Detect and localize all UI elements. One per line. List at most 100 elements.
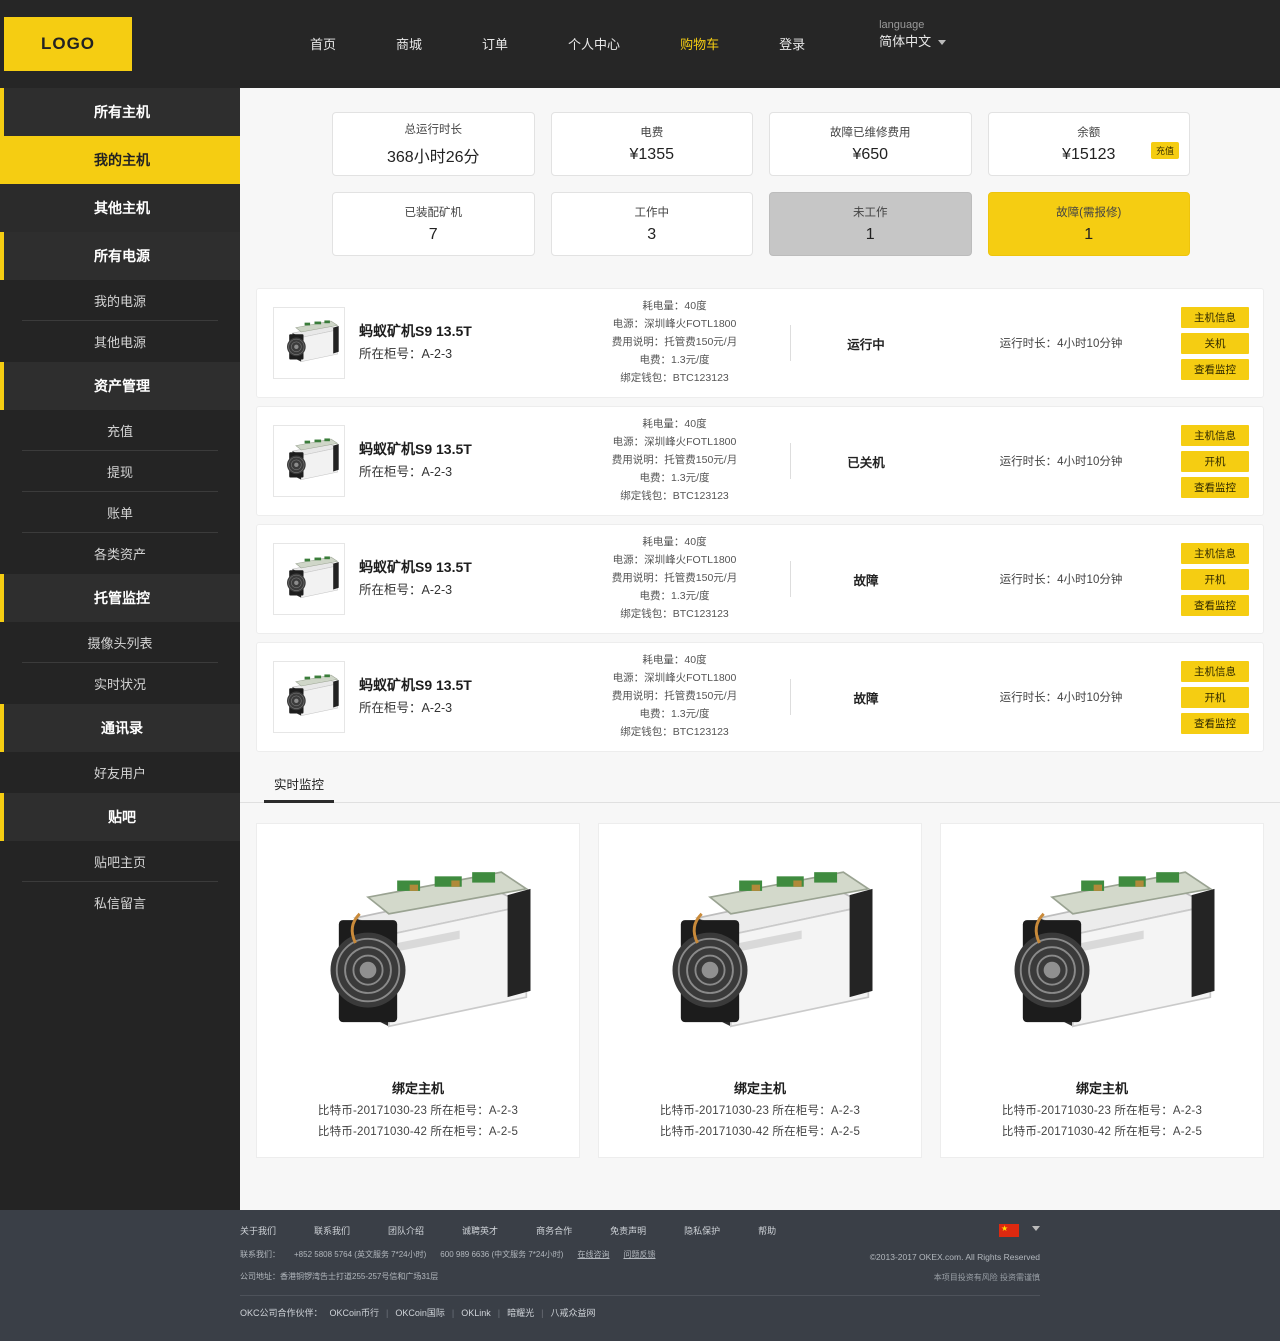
stat-card-working[interactable]: 工作中 3: [550, 192, 753, 256]
nav-item-home[interactable]: 首页: [310, 34, 336, 53]
nav-item-personal-center[interactable]: 个人中心: [568, 34, 620, 53]
stat-card-repair-fee[interactable]: 故障已维修费用 ¥650: [769, 112, 972, 176]
sidebar-item-hosting-monitor[interactable]: 托管监控: [0, 574, 240, 622]
language-selector[interactable]: language 简体中文: [879, 18, 947, 50]
stat-card-electricity-fee[interactable]: 电费 ¥1355: [550, 112, 753, 176]
footer-link-privacy[interactable]: 隐私保护: [684, 1224, 720, 1237]
table-row[interactable]: 蚂蚁矿机S9 13.5T 所在柜号：A-2-3 耗电量：40度 电源：深圳峰火F…: [256, 406, 1264, 516]
stat-card-not-working[interactable]: 未工作 1: [769, 192, 972, 256]
spec-power-consumption: 耗电量：40度: [642, 536, 707, 549]
sidebar-item-my-power[interactable]: 我的电源: [0, 280, 240, 321]
miner-cabinet: 所在柜号：A-2-3: [359, 347, 453, 362]
antminer-icon: [1014, 870, 1215, 1027]
sidebar-item-camera-list[interactable]: 摄像头列表: [0, 622, 240, 663]
main-content: 总运行时长 368小时26分 电费 ¥1355 故障已维修费用 ¥650 余额 …: [240, 88, 1280, 1210]
stat-card-installed-miners[interactable]: 已装配矿机 7: [332, 192, 535, 256]
monitor-card[interactable]: 绑定主机 比特币-20171030-23 所在柜号：A-2-3 比特币-2017…: [598, 823, 922, 1158]
footer-partner-okcoin-cn[interactable]: OKCoin币行: [330, 1306, 380, 1319]
footer-link-contact[interactable]: 联系我们: [314, 1224, 350, 1237]
recharge-badge[interactable]: 充值: [1150, 142, 1179, 159]
footer-partner-anyaoguang[interactable]: 暗耀光: [507, 1306, 534, 1319]
sidebar-item-contacts[interactable]: 通讯录: [0, 704, 240, 752]
stat-card-total-runtime[interactable]: 总运行时长 368小时26分: [332, 112, 535, 176]
page-body: 所有主机 我的主机 其他主机 所有电源 我的电源 其他电源 资产管理 充值 提现…: [0, 88, 1280, 1210]
tab-realtime-monitor[interactable]: 实时监控: [264, 766, 335, 803]
sidebar-item-forum-home[interactable]: 贴吧主页: [0, 841, 240, 882]
spec-power-supply: 电源：深圳峰火FOTL1800: [612, 554, 737, 567]
sidebar-item-asset-management[interactable]: 资产管理: [0, 362, 240, 410]
monitor-card-line-2: 比特币-20171030-42 所在柜号：A-2-5: [317, 1126, 519, 1138]
footer-feedback-link[interactable]: 问题反馈: [623, 1249, 655, 1260]
power-toggle-button[interactable]: 开机: [1181, 450, 1249, 472]
separator: |: [386, 1307, 389, 1318]
sidebar-item-assets[interactable]: 各类资产: [0, 533, 240, 574]
host-info-button[interactable]: 主机信息: [1181, 660, 1249, 682]
stat-value: 3: [647, 226, 657, 243]
nav-item-orders[interactable]: 订单: [482, 34, 508, 53]
power-toggle-button[interactable]: 开机: [1181, 686, 1249, 708]
top-navigation-bar: LOGO 首页 商城 订单 个人中心 购物车 登录 language 简体中文: [0, 0, 1280, 88]
view-monitor-button[interactable]: 查看监控: [1181, 358, 1249, 380]
miner-specs: 耗电量：40度 电源：深圳峰火FOTL1800 费用说明：托管费150元/月 电…: [559, 298, 790, 387]
sidebar-item-all-power[interactable]: 所有电源: [0, 232, 240, 280]
footer-online-chat-link[interactable]: 在线咨询: [577, 1249, 609, 1260]
sidebar-item-recharge[interactable]: 充值: [0, 410, 240, 451]
host-info-button[interactable]: 主机信息: [1181, 424, 1249, 446]
sidebar-item-withdraw[interactable]: 提现: [0, 451, 240, 492]
stat-card-faulty[interactable]: 故障(需报修) 1: [987, 192, 1190, 256]
footer-link-careers[interactable]: 诚聘英才: [462, 1224, 498, 1237]
sidebar-item-realtime-status[interactable]: 实时状况: [0, 663, 240, 704]
sidebar-item-private-messages[interactable]: 私信留言: [0, 882, 240, 923]
footer-link-business[interactable]: 商务合作: [536, 1224, 572, 1237]
sidebar-item-bills[interactable]: 账单: [0, 492, 240, 533]
sidebar-item-all-hosts[interactable]: 所有主机: [0, 88, 240, 136]
view-monitor-button[interactable]: 查看监控: [1181, 476, 1249, 498]
row-actions: 主机信息 开机 查看监控: [1181, 542, 1249, 616]
power-toggle-button[interactable]: 关机: [1181, 332, 1249, 354]
footer-link-help[interactable]: 帮助: [758, 1224, 776, 1237]
antminer-icon: [287, 556, 339, 599]
stat-value: ¥650: [852, 146, 889, 163]
footer-region-selector[interactable]: [870, 1222, 1040, 1237]
sidebar-item-other-hosts[interactable]: 其他主机: [0, 184, 240, 232]
host-info-button[interactable]: 主机信息: [1181, 306, 1249, 328]
nav-item-cart[interactable]: 购物车: [680, 34, 719, 53]
monitor-card[interactable]: 绑定主机 比特币-20171030-23 所在柜号：A-2-3 比特币-2017…: [940, 823, 1264, 1158]
monitor-card-line-1: 比特币-20171030-23 所在柜号：A-2-3: [1001, 1105, 1203, 1117]
footer-partner-okcoin-intl[interactable]: OKCoin国际: [395, 1306, 445, 1319]
miner-name: 蚂蚁矿机S9 13.5T: [359, 323, 472, 340]
stat-card-balance[interactable]: 余额 ¥15123 充值: [987, 112, 1190, 176]
footer-link-about[interactable]: 关于我们: [240, 1224, 276, 1237]
nav-item-mall[interactable]: 商城: [396, 34, 422, 53]
view-monitor-button[interactable]: 查看监控: [1181, 712, 1249, 734]
spec-electricity-price: 电费：1.3元/度: [639, 707, 710, 720]
table-row[interactable]: 蚂蚁矿机S9 13.5T 所在柜号：A-2-3 耗电量：40度 电源：深圳峰火F…: [256, 288, 1264, 398]
footer-link-disclaimer[interactable]: 免责声明: [610, 1224, 646, 1237]
logo[interactable]: LOGO: [4, 17, 132, 71]
sidebar-item-other-power[interactable]: 其他电源: [0, 321, 240, 362]
stat-value: 7: [428, 226, 438, 243]
spec-fee-note: 费用说明：托管费150元/月: [611, 454, 738, 467]
miner-thumbnail: [273, 543, 345, 615]
sidebar-item-my-hosts[interactable]: 我的主机: [0, 136, 240, 184]
china-flag-icon[interactable]: [999, 1222, 1019, 1237]
power-toggle-button[interactable]: 开机: [1181, 568, 1249, 590]
topbar-left-spacer: LOGO: [0, 0, 240, 88]
footer-partner-oklink[interactable]: OKLink: [461, 1308, 491, 1318]
monitor-card[interactable]: 绑定主机 比特币-20171030-23 所在柜号：A-2-3 比特币-2017…: [256, 823, 580, 1158]
sidebar-item-friends[interactable]: 好友用户: [0, 752, 240, 793]
monitor-image: [951, 840, 1253, 1070]
miner-title-block: 蚂蚁矿机S9 13.5T 所在柜号：A-2-3: [359, 674, 559, 719]
nav-item-login[interactable]: 登录: [779, 34, 805, 53]
footer-link-team[interactable]: 团队介绍: [388, 1224, 424, 1237]
footer-partner-bajie[interactable]: 八戒众益网: [550, 1306, 595, 1319]
monitor-card-line-1: 比特币-20171030-23 所在柜号：A-2-3: [659, 1105, 861, 1117]
host-info-button[interactable]: 主机信息: [1181, 542, 1249, 564]
view-monitor-button[interactable]: 查看监控: [1181, 594, 1249, 616]
monitor-card-title: 绑定主机: [1075, 1081, 1128, 1096]
table-row[interactable]: 蚂蚁矿机S9 13.5T 所在柜号：A-2-3 耗电量：40度 电源：深圳峰火F…: [256, 524, 1264, 634]
stats-row-2: 已装配矿机 7 工作中 3 未工作 1 故障(需报修) 1: [332, 192, 1190, 256]
language-label: language: [879, 19, 925, 31]
sidebar-item-forum[interactable]: 贴吧: [0, 793, 240, 841]
table-row[interactable]: 蚂蚁矿机S9 13.5T 所在柜号：A-2-3 耗电量：40度 电源：深圳峰火F…: [256, 642, 1264, 752]
